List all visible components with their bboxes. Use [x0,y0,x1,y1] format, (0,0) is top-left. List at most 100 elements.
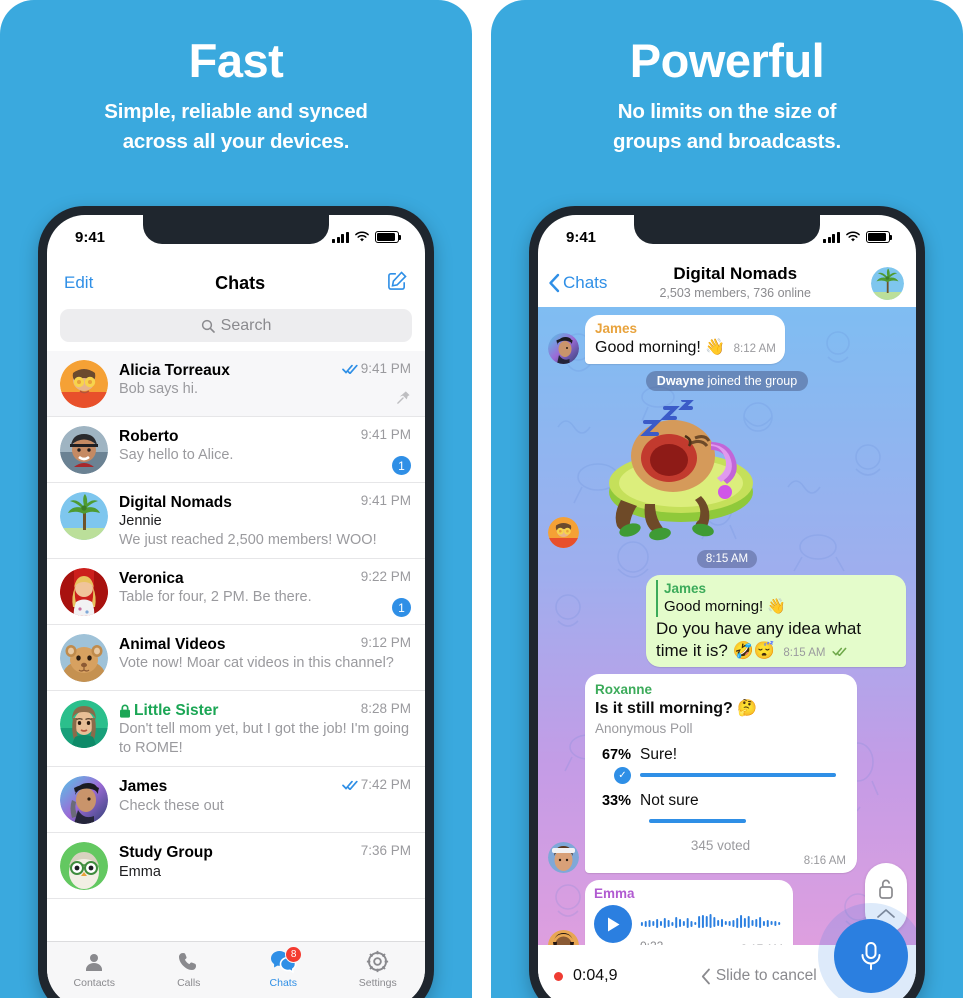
gear-icon [331,948,426,975]
status-indicators [332,231,402,243]
lock-open-icon [879,879,893,899]
phone-mockup-conversation: 9:41 Chats Digital Nomads 2,503 members,… [529,206,925,998]
phone-icon [142,948,237,975]
tab-label: Settings [358,977,397,989]
promo-text-block: Powerful No limits on the size of groups… [491,0,963,157]
tab-label: Chats [269,977,297,989]
double-check-icon [832,647,847,657]
message-row[interactable]: Roxanne Is it still morning? 🤔 Anonymous… [548,674,906,874]
chat-time-text: 8:28 PM [360,701,411,717]
reply-quote[interactable]: James Good morning! 👋 [656,580,897,617]
chat-item-meta: 9:22 PM 1 [361,569,411,618]
conversation-area[interactable]: James Good morning! 👋 8:12 AM Dwayne joi… [538,307,916,945]
double-check-icon [341,364,358,374]
sticker-row[interactable] [548,400,906,549]
avatar [548,930,579,945]
chat-list[interactable]: Alicia Torreaux Bob says hi. 9:41 PM Rob… [47,351,425,900]
edit-button[interactable]: Edit [64,273,93,293]
back-label: Chats [563,273,608,292]
conversation-navigation-bar: Chats Digital Nomads 2,503 members, 736 … [538,259,916,307]
chat-time-text: 7:36 PM [360,843,411,859]
tab-settings[interactable]: Settings [331,948,426,989]
chat-item-meta: 7:42 PM [341,777,411,792]
chat-time-text: 9:41 PM [360,361,411,376]
message-row[interactable]: James Good morning! 👋 Do you have any id… [548,575,906,668]
message-bubble[interactable]: James Good morning! 👋 8:12 AM [585,315,785,365]
tab-badge: 8 [285,946,303,963]
chats-navigation-bar: Edit Chats [47,259,425,307]
message-row[interactable]: James Good morning! 👋 8:12 AM [548,315,906,365]
tab-calls[interactable]: Calls [142,948,237,989]
avatar [60,776,108,825]
tab-contacts[interactable]: Contacts [47,948,142,989]
message-time: 8:15 AM [783,647,826,660]
microphone-button[interactable] [834,919,908,993]
chat-list-item[interactable]: Animal Videos Vote now! Moar cat videos … [47,625,425,692]
chat-list-item[interactable]: Little Sister Don't tell mom yet, but I … [47,691,425,768]
chevron-up-icon [877,909,895,918]
chat-list-item[interactable]: Veronica Table for four, 2 PM. Be there.… [47,559,425,626]
avatar [60,492,108,540]
chat-timestamp: 7:36 PM [361,843,411,858]
poll-option[interactable]: 67% Sure! ✓ [595,746,846,784]
chat-timestamp: 9:22 PM [361,569,411,584]
search-container: Search [47,307,425,351]
play-icon[interactable] [594,905,632,944]
search-input[interactable]: Search [60,309,412,342]
message-text: Do you have any idea what time it is? 🤣😴 [656,618,862,661]
conversation-subtitle: 2,503 members, 736 online [659,285,811,300]
message-sender: Roxanne [595,682,653,698]
voice-message[interactable]: Emma [585,880,793,945]
bottom-tab-bar[interactable]: Contacts Calls 8 Chats Settings [47,941,425,998]
microphone-icon [861,942,881,970]
promo-panel-powerful: Powerful No limits on the size of groups… [491,0,963,998]
search-placeholder: Search [220,316,272,334]
chat-list-item[interactable]: Roberto Say hello to Alice. 9:41 PM 1 [47,417,425,483]
promo-panel-fast: Fast Simple, reliable and synced across … [0,0,472,998]
poll-bar [649,819,746,824]
poll-message[interactable]: Roxanne Is it still morning? 🤔 Anonymous… [585,674,857,874]
poll-option[interactable]: 33% Not sure [595,792,846,829]
avatar[interactable] [871,266,904,300]
sleeping-avocado-sticker[interactable] [585,400,791,546]
chats-icon: 8 [236,946,331,975]
poll-option-header: 67% Sure! [595,746,846,764]
poll-label: Not sure [640,792,699,810]
chat-list-item[interactable]: Digital Nomads Jennie We just reached 2,… [47,483,425,560]
timestamp-chip: 8:15 AM [696,550,758,569]
status-indicators [823,231,893,243]
battery-icon [375,231,402,243]
avatar [60,568,108,617]
poll-option-bar-row [595,813,846,829]
unread-badge: 1 [392,598,411,618]
double-check-icon [341,780,358,790]
chat-preview: We just reached 2,500 members! WOO! [119,532,377,549]
poll-option-bar-row: ✓ [595,766,846,784]
promo-text-block: Fast Simple, reliable and synced across … [0,0,472,157]
back-button[interactable]: Chats [548,273,607,293]
conversation-title-block[interactable]: Digital Nomads 2,503 members, 736 online [603,264,867,301]
contacts-icon [47,948,142,975]
message-list: James Good morning! 👋 8:12 AM Dwayne joi… [538,307,916,945]
reply-text: Good morning! 👋 [664,598,787,616]
poll-percent: 33% [601,793,631,810]
chat-list-item[interactable]: Study Group Emma 7:36 PM [47,833,425,900]
poll-option-header: 33% Not sure [595,792,846,810]
message-bubble[interactable]: James Good morning! 👋 Do you have any id… [646,575,906,668]
promo-subtitle-line-2: across all your devices. [122,130,350,154]
chat-list-item[interactable]: Alicia Torreaux Bob says hi. 9:41 PM [47,351,425,417]
compose-icon[interactable] [387,270,408,296]
chat-item-meta: 9:41 PM 1 [361,427,411,475]
poll-type: Anonymous Poll [595,721,693,737]
chat-sender: Emma [119,863,161,880]
chat-time-text: 9:41 PM [360,493,411,508]
tab-chats[interactable]: 8 Chats [236,946,331,989]
chat-item-meta: 9:41 PM [361,493,411,508]
voice-player[interactable] [594,905,783,944]
poll-percent: 67% [601,747,631,764]
chat-timestamp: 9:41 PM [341,361,411,376]
chat-list-item[interactable]: James Check these out 7:42 PM [47,767,425,834]
promo-subtitle: No limits on the size of groups and broa… [491,97,963,156]
recording-elapsed: 0:04,9 [573,967,618,984]
promo-title: Powerful [629,34,825,87]
